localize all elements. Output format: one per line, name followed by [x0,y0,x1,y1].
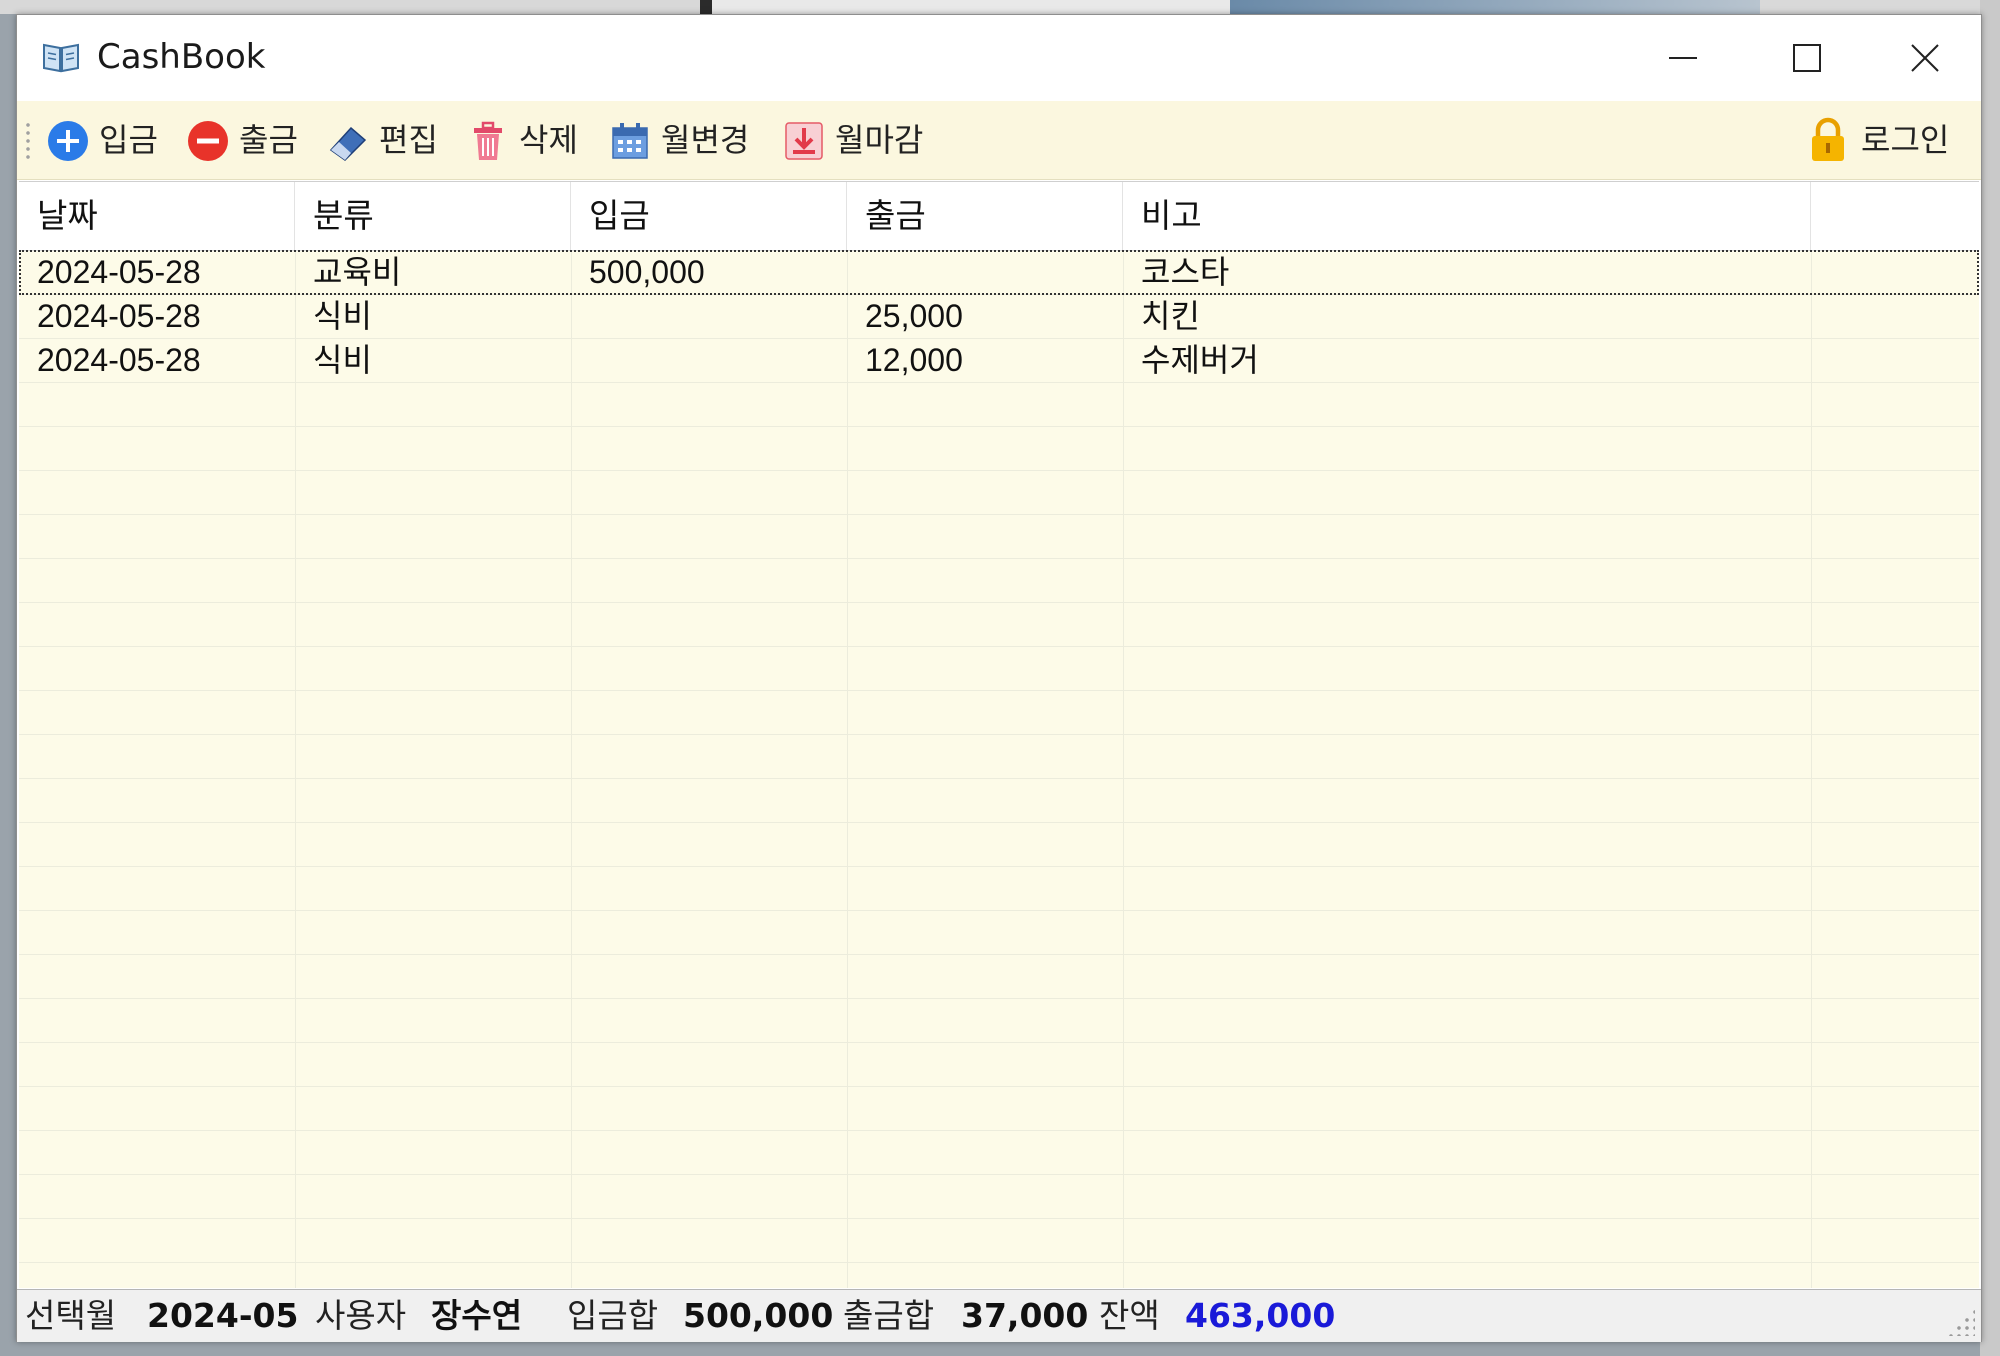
empty-row [19,1130,1979,1175]
cell-withdraw: 12,000 [865,342,963,378]
lock-icon [1807,117,1849,161]
maximize-icon [1793,44,1821,72]
empty-row [19,382,1979,427]
cell-note: 수제버거 [1141,342,1259,378]
cell-category: 식비 [313,342,372,378]
cell-withdraw [847,250,1123,294]
delete-label: 삭제 [519,121,578,159]
empty-row [19,426,1979,471]
status-withdraw-sum-label: 출금합 [843,1296,935,1335]
empty-row [19,1042,1979,1087]
desktop-background-top [0,0,2000,14]
title-bar[interactable]: CashBook [17,15,1981,101]
status-month-label: 선택월 [25,1296,117,1335]
cashbook-grid[interactable]: 날짜 분류 입금 출금 비고 2024-05-28 교육비 500,000 코스… [19,181,1979,1288]
status-withdraw-sum-value: 37,000 [961,1296,1089,1335]
cell-deposit: 500,000 [589,254,705,290]
cell-date: 2024-05-28 [37,342,201,378]
cell-category: 식비 [313,298,372,334]
empty-row [19,954,1979,999]
column-header-category[interactable]: 분류 [295,182,571,250]
book-icon [41,39,81,75]
column-header-deposit[interactable]: 입금 [571,182,847,250]
change-month-button[interactable]: 월변경 [609,113,779,167]
empty-row [19,778,1979,823]
cell-deposit [571,338,847,382]
withdraw-button[interactable]: 출금 [187,113,319,167]
eraser-icon [327,120,369,162]
status-user-label: 사용자 [315,1296,407,1335]
table-row[interactable]: 2024-05-28 교육비 500,000 코스타 [19,250,1979,295]
cell-note: 치킨 [1141,298,1200,334]
column-header-note[interactable]: 비고 [1123,182,1811,250]
status-month-value: 2024-05 [147,1296,299,1335]
cell-date: 2024-05-28 [37,298,201,334]
grid-header: 날짜 분류 입금 출금 비고 [19,182,1979,251]
empty-row [19,690,1979,735]
trash-icon [467,120,509,162]
change-month-label: 월변경 [661,121,750,159]
close-month-label: 월마감 [835,121,924,159]
empty-row [19,1218,1979,1263]
minus-circle-icon [187,120,229,162]
delete-button[interactable]: 삭제 [467,113,599,167]
table-row[interactable]: 2024-05-28 식비 12,000 수제버거 [19,338,1979,383]
column-header-date[interactable]: 날짜 [19,182,295,250]
withdraw-label: 출금 [239,121,298,159]
edit-label: 편집 [379,121,438,159]
status-deposit-sum-value: 500,000 [683,1296,834,1335]
empty-row [19,734,1979,779]
grid-body: 2024-05-28 교육비 500,000 코스타 2024-05-28 식비… [19,250,1979,1288]
login-button[interactable]: 로그인 [1807,113,1967,167]
status-user-value: 장수연 [431,1296,523,1335]
cashbook-window: CashBook 입금 출금 편집 삭제 월변경 월마감 로그인 날짜 분류 입… [16,14,1982,1342]
status-balance-value: 463,000 [1185,1296,1336,1335]
maximize-button[interactable] [1745,15,1869,101]
column-header-withdraw[interactable]: 출금 [847,182,1123,250]
close-button[interactable] [1869,15,1981,101]
resize-grip[interactable] [1947,1308,1975,1336]
status-deposit-sum-label: 입금합 [567,1296,659,1335]
toolbar-grip[interactable] [25,121,31,161]
empty-row [19,1086,1979,1131]
empty-row [19,998,1979,1043]
cell-deposit [571,294,847,338]
table-row[interactable]: 2024-05-28 식비 25,000 치킨 [19,294,1979,339]
plus-circle-icon [47,120,89,162]
close-icon [1911,44,1939,72]
edit-button[interactable]: 편집 [327,113,459,167]
empty-row [19,866,1979,911]
empty-row [19,558,1979,603]
login-label: 로그인 [1861,121,1950,159]
empty-row [19,514,1979,559]
cell-note: 코스타 [1141,254,1230,290]
empty-row [19,1174,1979,1219]
empty-row [19,910,1979,955]
cell-category: 교육비 [313,254,402,290]
download-icon [783,120,825,162]
calendar-icon [609,120,651,162]
cell-withdraw: 25,000 [865,298,963,334]
toolbar: 입금 출금 편집 삭제 월변경 월마감 로그인 [17,101,1981,180]
empty-row [19,822,1979,867]
minimize-icon [1669,57,1697,59]
deposit-label: 입금 [99,121,158,159]
empty-row [19,470,1979,515]
status-bar: 선택월 2024-05 사용자 장수연 입금합 500,000 출금합 37,0… [17,1289,1981,1342]
cell-date: 2024-05-28 [37,254,201,290]
close-month-button[interactable]: 월마감 [783,113,953,167]
minimize-button[interactable] [1621,15,1745,101]
desktop-background-right [1980,0,2000,1356]
empty-row [19,602,1979,647]
status-balance-label: 잔액 [1099,1296,1160,1335]
deposit-button[interactable]: 입금 [47,113,179,167]
empty-row [19,646,1979,691]
window-title: CashBook [97,37,266,77]
